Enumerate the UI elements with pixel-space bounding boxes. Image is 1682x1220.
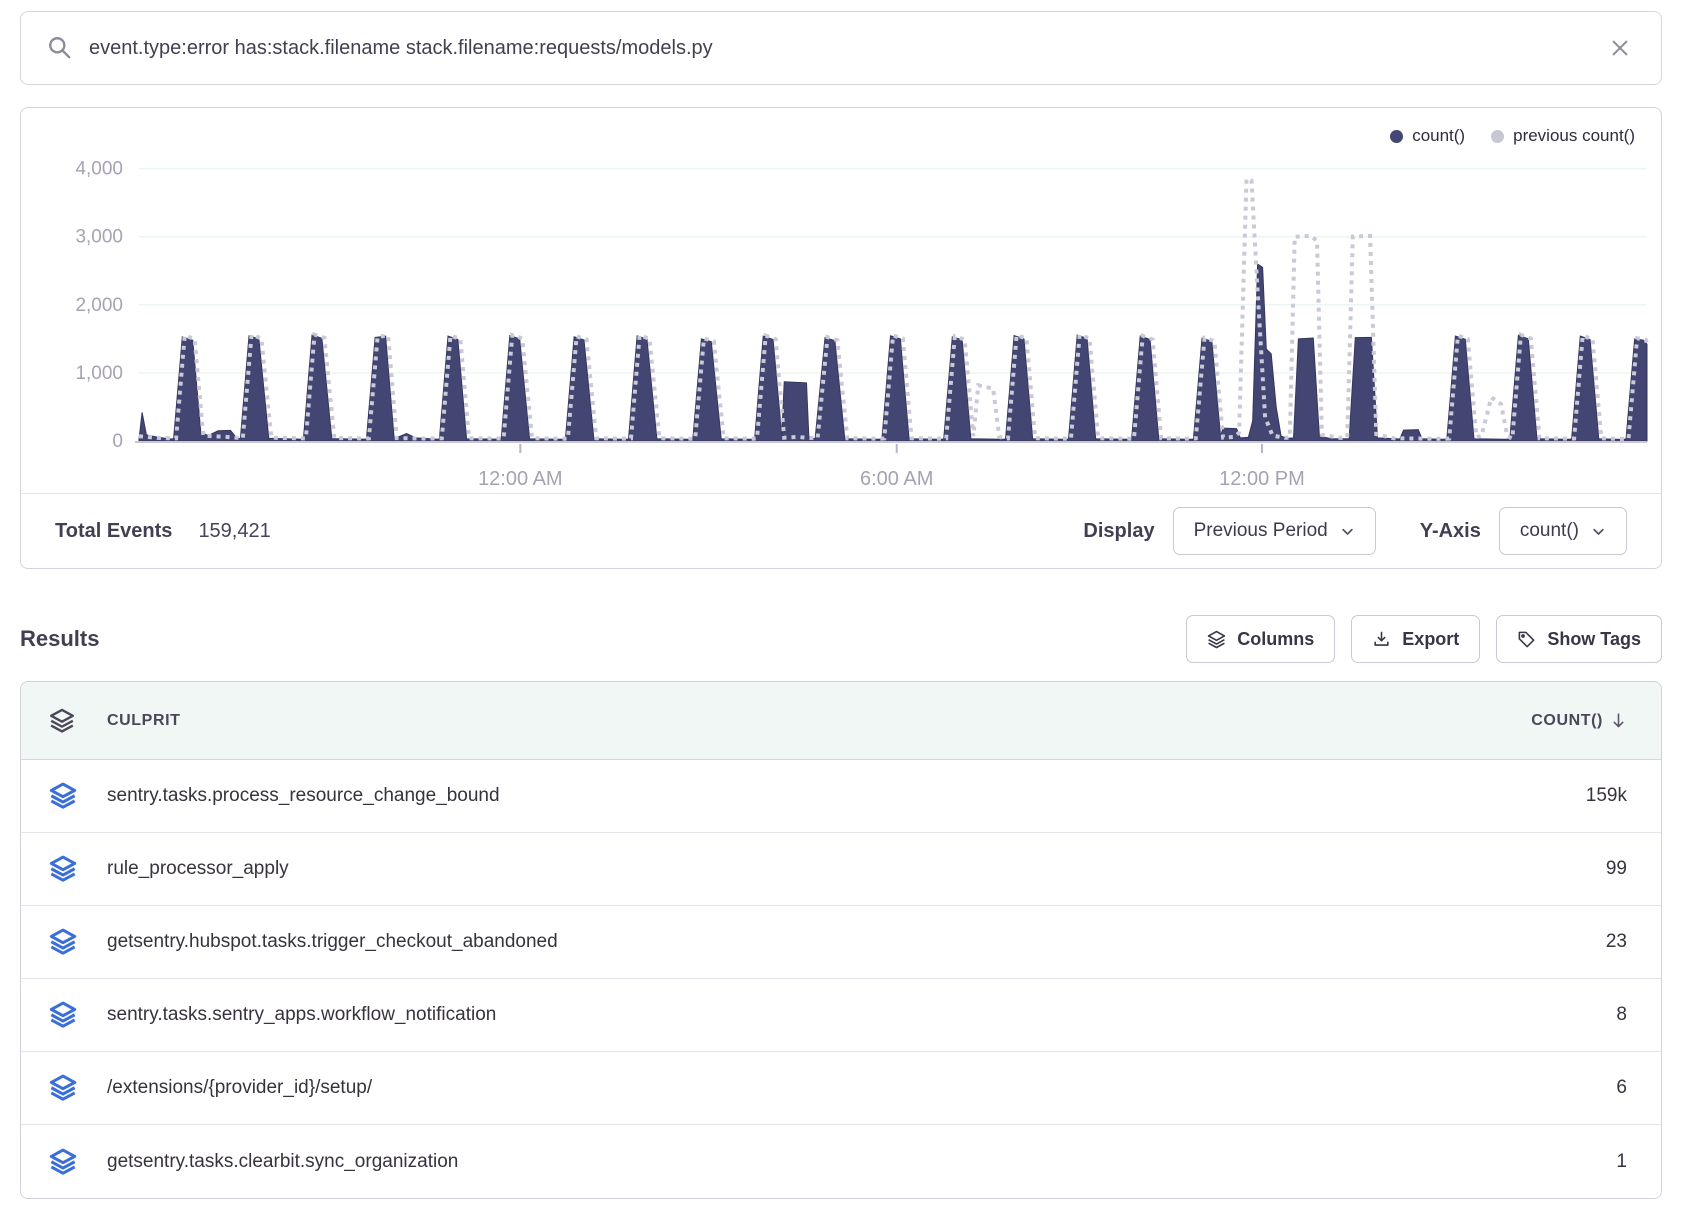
previous-count-legend-dot (1491, 130, 1504, 143)
legend-item-previous-count[interactable]: previous count() (1491, 126, 1635, 146)
stack-icon[interactable] (49, 708, 75, 734)
export-button-label: Export (1402, 629, 1459, 650)
show-tags-button-label: Show Tags (1547, 629, 1641, 650)
chart-footer: Total Events 159,421 Display Previous Pe… (21, 493, 1661, 568)
columns-stack-icon (1207, 630, 1226, 649)
events-chart-panel: count() previous count() 0 1,000 2,000 3,00… (20, 107, 1662, 569)
count-cell: 6 (1616, 1077, 1661, 1099)
total-events-label: Total Events (55, 520, 172, 543)
count-cell: 8 (1616, 1004, 1661, 1026)
count-cell: 99 (1606, 858, 1661, 880)
total-events-value: 159,421 (198, 520, 270, 543)
display-dropdown-value: Previous Period (1194, 520, 1328, 542)
culprit-cell: /extensions/{provider_id}/setup/ (83, 1077, 1616, 1099)
culprit-cell: rule_processor_apply (83, 858, 1606, 880)
count-legend-dot (1390, 130, 1403, 143)
table-row[interactable]: /extensions/{provider_id}/setup/ 6 (21, 1052, 1661, 1125)
search-bar (20, 11, 1662, 85)
count-cell: 23 (1606, 931, 1661, 953)
results-table: CULPRIT COUNT() sentry.tasks.process_res… (20, 681, 1662, 1199)
stack-icon[interactable] (49, 1074, 77, 1102)
clear-search-icon[interactable] (1605, 33, 1635, 63)
culprit-cell: sentry.tasks.process_resource_change_bou… (83, 785, 1586, 807)
stack-icon[interactable] (49, 782, 77, 810)
culprit-cell: sentry.tasks.sentry_apps.workflow_notifi… (83, 1004, 1616, 1026)
table-body: sentry.tasks.process_resource_change_bou… (21, 760, 1661, 1198)
tag-icon (1517, 630, 1536, 649)
columns-button-label: Columns (1237, 629, 1314, 650)
count-cell: 1 (1616, 1151, 1661, 1173)
svg-text:12:00 PM: 12:00 PM (1219, 468, 1305, 490)
table-row[interactable]: sentry.tasks.process_resource_change_bou… (21, 760, 1661, 833)
svg-text:12:00 AM: 12:00 AM (478, 468, 563, 490)
chevron-down-icon (1340, 524, 1355, 539)
results-title: Results (20, 626, 99, 652)
svg-text:2,000: 2,000 (75, 295, 123, 316)
chart-legend: count() previous count() (1390, 126, 1635, 146)
yaxis-control: Y-Axis count() (1420, 507, 1627, 555)
table-row[interactable]: getsentry.tasks.clearbit.sync_organizati… (21, 1125, 1661, 1198)
svg-text:6:00 AM: 6:00 AM (860, 468, 933, 490)
yaxis-dropdown-value: count() (1520, 520, 1579, 542)
stack-icon[interactable] (49, 1001, 77, 1029)
stack-icon[interactable] (49, 1148, 77, 1176)
show-tags-button[interactable]: Show Tags (1496, 615, 1662, 663)
count-column-header[interactable]: COUNT() (1531, 712, 1661, 730)
table-row[interactable]: getsentry.hubspot.tasks.trigger_checkout… (21, 906, 1661, 979)
table-row[interactable]: rule_processor_apply 99 (21, 833, 1661, 906)
svg-text:4,000: 4,000 (75, 159, 123, 180)
chevron-down-icon (1591, 524, 1606, 539)
stack-icon[interactable] (49, 928, 77, 956)
download-icon (1372, 630, 1391, 649)
count-cell: 159k (1586, 785, 1661, 807)
svg-text:0: 0 (112, 431, 123, 452)
table-header: CULPRIT COUNT() (21, 682, 1661, 760)
search-input[interactable] (89, 37, 1605, 60)
search-icon (47, 35, 73, 61)
display-label: Display (1083, 520, 1154, 543)
sort-desc-icon (1610, 712, 1627, 729)
export-button[interactable]: Export (1351, 615, 1480, 663)
culprit-cell: getsentry.hubspot.tasks.trigger_checkout… (83, 931, 1606, 953)
svg-text:3,000: 3,000 (75, 227, 123, 248)
display-control: Display Previous Period (1083, 507, 1375, 555)
culprit-column-header: CULPRIT (83, 712, 1531, 730)
display-dropdown[interactable]: Previous Period (1173, 507, 1376, 555)
events-chart: 0 1,000 2,000 3,000 4,000 12:00 AM 6:00 AM 12:0… (21, 141, 1661, 493)
culprit-cell: getsentry.tasks.clearbit.sync_organizati… (83, 1151, 1616, 1173)
svg-text:1,000: 1,000 (75, 363, 123, 384)
stack-icon[interactable] (49, 855, 77, 883)
yaxis-label: Y-Axis (1420, 520, 1481, 543)
columns-button[interactable]: Columns (1186, 615, 1335, 663)
legend-label: previous count() (1513, 126, 1635, 146)
legend-label: count() (1412, 126, 1465, 146)
table-row[interactable]: sentry.tasks.sentry_apps.workflow_notifi… (21, 979, 1661, 1052)
results-actions: Columns Export Show Tags (1186, 615, 1662, 663)
legend-item-count[interactable]: count() (1390, 126, 1465, 146)
discover-page: count() previous count() 0 1,000 2,000 3,00… (0, 11, 1682, 1199)
yaxis-dropdown[interactable]: count() (1499, 507, 1627, 555)
results-header-row: Results Columns Export Show Tags (20, 615, 1662, 663)
